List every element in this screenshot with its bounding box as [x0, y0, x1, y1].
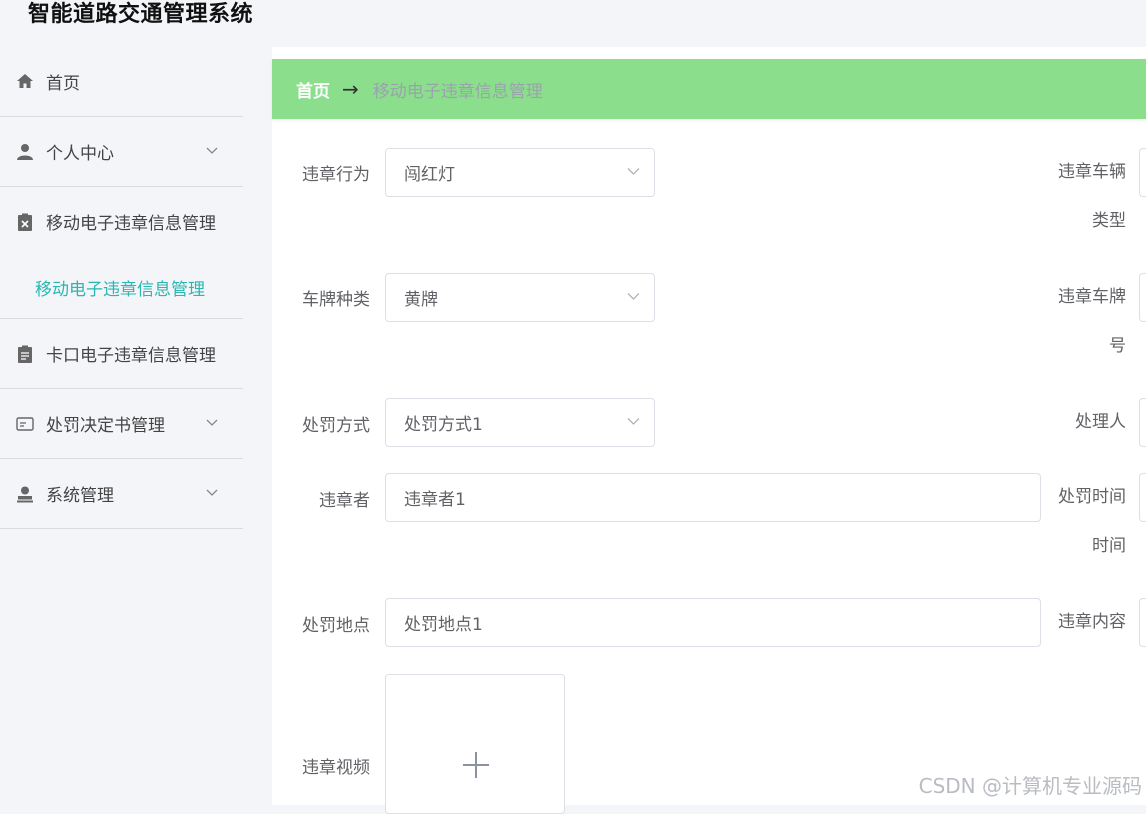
penalty-method-value: 处罚方式1 [404, 415, 483, 435]
plate-type-select[interactable]: 黄牌 [385, 273, 655, 322]
violation-behavior-label: 违章行为 [302, 165, 370, 185]
plate-number-label-line1: 违章车牌 [1058, 287, 1126, 307]
chevron-down-icon [627, 418, 640, 425]
sidebar-item-penalty-decision[interactable]: 处罚决定书管理 [0, 389, 243, 459]
plate-type-label: 车牌种类 [302, 290, 370, 310]
app-title: 智能道路交通管理系统 [28, 2, 254, 27]
handler-label: 处理人 [1075, 412, 1126, 432]
vehicle-type-select[interactable] [1139, 148, 1146, 197]
chevron-down-icon [627, 168, 640, 175]
violation-behavior-value: 闯红灯 [404, 165, 455, 185]
sidebar-item-home[interactable]: 首页 [0, 46, 243, 117]
penalty-time-label-line1: 处罚时间 [1058, 487, 1126, 507]
user-icon [17, 143, 33, 160]
watermark: CSDN @计算机专业源码 [918, 774, 1142, 798]
penalty-method-select[interactable]: 处罚方式1 [385, 398, 655, 447]
sidebar-item-label: 处罚决定书管理 [46, 416, 165, 436]
violator-input[interactable]: 违章者1 [385, 473, 1041, 522]
sidebar: 首页 个人中心 移动电子违章信息管理 移动电子违章信息管理 卡口电子违章信息管理 [0, 46, 243, 529]
plate-number-label-line2: 号 [1109, 336, 1126, 356]
video-upload-box[interactable] [385, 674, 565, 814]
sidebar-item-label: 卡口电子违章信息管理 [46, 346, 216, 366]
clipboard-x-icon [18, 213, 32, 231]
violator-value: 违章者1 [404, 490, 466, 510]
penalty-location-value: 处罚地点1 [404, 615, 483, 635]
sidebar-item-label: 系统管理 [46, 486, 114, 506]
sidebar-item-label: 个人中心 [46, 144, 114, 164]
submenu-item-label: 移动电子违章信息管理 [35, 279, 205, 300]
sidebar-item-personal-center[interactable]: 个人中心 [0, 117, 243, 187]
vehicle-type-label-line1: 违章车辆 [1058, 162, 1126, 182]
penalty-time-label-line2: 时间 [1092, 536, 1126, 556]
chevron-down-icon [206, 147, 218, 154]
plate-number-input[interactable] [1139, 273, 1146, 322]
admin-icon [17, 486, 33, 502]
sidebar-item-checkpoint-violation[interactable]: 卡口电子违章信息管理 [0, 319, 243, 389]
sidebar-item-system-management[interactable]: 系统管理 [0, 459, 243, 529]
chevron-down-icon [206, 489, 218, 496]
chevron-down-icon [206, 419, 218, 426]
plate-type-value: 黄牌 [404, 290, 438, 310]
penalty-location-label: 处罚地点 [302, 616, 370, 636]
sidebar-item-label: 首页 [46, 73, 80, 94]
id-card-icon [16, 416, 34, 431]
violation-video-label: 违章视频 [302, 758, 370, 778]
violation-content-label: 违章内容 [1058, 612, 1126, 632]
violation-behavior-select[interactable]: 闯红灯 [385, 148, 655, 197]
penalty-location-input[interactable]: 处罚地点1 [385, 598, 1041, 647]
home-icon [17, 74, 33, 88]
submenu-item-mobile-violation[interactable]: 移动电子违章信息管理 [0, 256, 243, 319]
sidebar-item-mobile-violation[interactable]: 移动电子违章信息管理 [0, 187, 243, 256]
violation-form: 违章行为 闯红灯 违章车辆 类型 车牌种类 黄牌 违章车牌 号 处罚方式 处罚方… [272, 47, 1146, 814]
plus-icon [463, 752, 489, 778]
handler-input[interactable] [1139, 398, 1146, 447]
vehicle-type-label-line2: 类型 [1092, 211, 1126, 231]
violator-label: 违章者 [319, 491, 370, 511]
main-content: 首页 → 移动电子违章信息管理 违章行为 闯红灯 违章车辆 类型 车牌种类 黄牌… [272, 47, 1146, 814]
penalty-time-input[interactable] [1139, 473, 1146, 522]
violation-content-input[interactable] [1139, 598, 1146, 647]
chevron-down-icon [627, 293, 640, 300]
sidebar-item-label: 移动电子违章信息管理 [46, 214, 216, 234]
clipboard-icon [18, 345, 32, 363]
penalty-method-label: 处罚方式 [302, 416, 370, 436]
